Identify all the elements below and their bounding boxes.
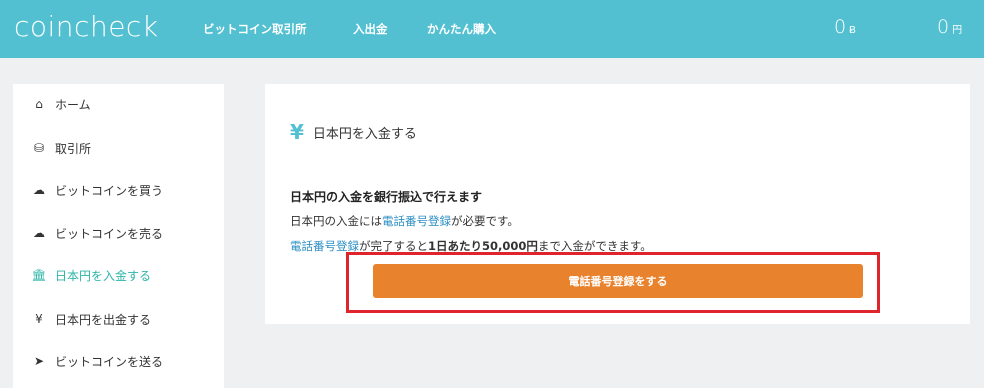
limit-mid: が完了すると xyxy=(359,239,428,253)
nav-deposit-withdraw[interactable]: 入出金 xyxy=(353,21,388,37)
home-icon: ⌂ xyxy=(35,97,43,111)
jpy-balance: 0円 xyxy=(937,16,962,38)
sidebar-item-label: 日本円を出金する xyxy=(55,312,152,327)
sidebar-item-label: 日本円を入金する xyxy=(55,268,152,283)
btc-balance-value: 0 xyxy=(834,16,847,38)
page-title: ¥ 日本円を入金する xyxy=(290,120,417,144)
sidebar-item-label: 取引所 xyxy=(55,141,92,156)
requirement-prefix: 日本円の入金には xyxy=(290,214,382,228)
sidebar-item-label: ホーム xyxy=(55,97,91,112)
yen-icon: ¥ xyxy=(35,312,43,326)
btc-balance: 0Ƀ xyxy=(834,16,856,38)
phone-registration-link-2[interactable]: 電話番号登録 xyxy=(290,239,359,253)
limit-suffix: まで入金ができます。 xyxy=(537,239,652,253)
sidebar-item-deposit-jpy[interactable]: 🏛 日本円を入金する xyxy=(30,266,151,284)
sidebar-item-label: ビットコインを売る xyxy=(55,226,164,241)
phone-registration-link[interactable]: 電話番号登録 xyxy=(382,214,451,228)
nav-easy-purchase[interactable]: かんたん購入 xyxy=(427,21,496,37)
sidebar-item-buy-bitcoin[interactable]: ☁ ビットコインを買う xyxy=(30,181,163,199)
sidebar-item-send-bitcoin[interactable]: ➤ ビットコインを送る xyxy=(30,352,163,370)
deposit-heading: 日本円の入金を銀行振込で行えます xyxy=(290,190,483,204)
btc-unit: Ƀ xyxy=(849,25,856,36)
bank-icon: 🏛 xyxy=(31,268,47,282)
register-phone-button[interactable]: 電話番号登録をする xyxy=(373,264,863,298)
yen-icon: ¥ xyxy=(290,120,304,144)
sidebar-item-withdraw-jpy[interactable]: ¥ 日本円を出金する xyxy=(30,310,151,328)
coins-icon: ⛁ xyxy=(33,141,45,155)
jpy-unit: 円 xyxy=(952,25,963,36)
page-title-text: 日本円を入金する xyxy=(312,126,417,142)
top-navbar: coincheck ビットコイン取引所 入出金 かんたん購入 0Ƀ 0円 xyxy=(0,0,984,58)
send-icon: ➤ xyxy=(33,354,45,368)
jpy-balance-value: 0 xyxy=(937,16,950,38)
cloud-download-icon: ☁ xyxy=(33,183,45,197)
nav-bitcoin-exchange[interactable]: ビットコイン取引所 xyxy=(203,21,307,37)
sidebar-item-label: ビットコインを送る xyxy=(55,354,164,369)
coincheck-logo[interactable]: coincheck xyxy=(14,10,159,43)
sidebar-item-sell-bitcoin[interactable]: ☁ ビットコインを売る xyxy=(30,224,163,242)
sidebar-item-home[interactable]: ⌂ ホーム xyxy=(30,95,91,113)
sidebar: ⌂ ホーム ⛁ 取引所 ☁ ビットコインを買う ☁ ビットコインを売る 🏛 日本… xyxy=(13,84,224,388)
limit-amount: 1日あたり50,000円 xyxy=(428,239,538,253)
requirement-text: 日本円の入金には電話番号登録が必要です。 xyxy=(290,213,519,229)
cloud-upload-icon: ☁ xyxy=(33,226,45,240)
requirement-suffix: が必要です。 xyxy=(451,214,519,228)
sidebar-item-exchange[interactable]: ⛁ 取引所 xyxy=(30,139,91,157)
sidebar-item-label: ビットコインを買う xyxy=(55,183,164,198)
